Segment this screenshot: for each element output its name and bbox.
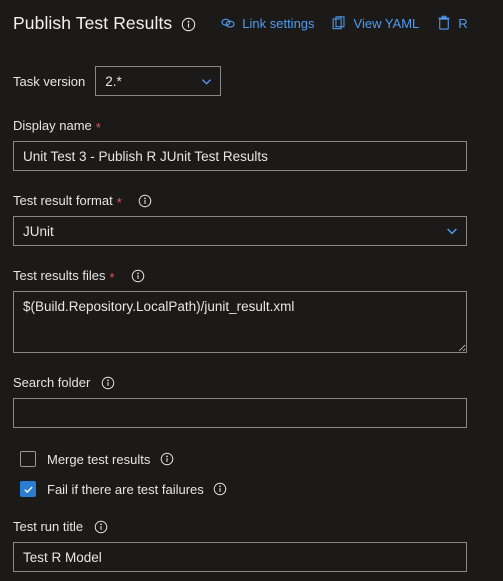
- test-run-title-group: Test run title: [13, 519, 490, 572]
- link-settings-button[interactable]: Link settings: [220, 14, 315, 33]
- test-run-title-label: Test run title: [13, 519, 84, 534]
- info-circle-icon[interactable]: [100, 376, 115, 391]
- required-asterisk: *: [95, 119, 101, 135]
- test-results-files-label: Test results files: [13, 268, 106, 283]
- task-version-dropdown[interactable]: 2.*: [95, 66, 222, 96]
- trash-icon: [436, 15, 451, 31]
- task-form: Task version 2.* Display name * Test res…: [0, 66, 503, 572]
- page-title: Publish Test Results: [13, 12, 173, 33]
- test-results-files-label-row: Test results files *: [13, 268, 490, 284]
- required-asterisk: *: [109, 269, 115, 285]
- test-results-files-group: Test results files * $(Build.Repository.…: [13, 268, 490, 353]
- task-version-value: 2.*: [105, 73, 122, 89]
- view-yaml-label: View YAML: [353, 15, 420, 31]
- search-folder-label-row: Search folder: [13, 375, 490, 391]
- test-result-format-dropdown[interactable]: JUnit: [13, 216, 467, 246]
- panel-header: Publish Test Results Link settings View …: [0, 0, 503, 46]
- search-folder-label: Search folder: [13, 375, 91, 390]
- info-circle-icon[interactable]: [131, 269, 146, 284]
- merge-test-results-row: Merge test results: [13, 451, 490, 467]
- remove-label: R: [458, 15, 468, 31]
- info-circle-icon[interactable]: [93, 520, 108, 535]
- info-circle-icon[interactable]: [159, 452, 174, 467]
- link-chain-icon: [220, 16, 235, 31]
- fail-if-test-failures-checkbox[interactable]: [20, 481, 36, 497]
- clipboard-icon: [332, 16, 347, 31]
- test-result-format-value: JUnit: [23, 223, 54, 239]
- test-result-format-label-row: Test result format *: [13, 193, 490, 209]
- fail-if-test-failures-row: Fail if there are test failures: [13, 481, 490, 497]
- info-circle-icon[interactable]: [213, 482, 228, 497]
- display-name-label: Display name: [13, 118, 92, 133]
- view-yaml-button[interactable]: View YAML: [332, 14, 420, 33]
- info-circle-icon[interactable]: [181, 17, 196, 32]
- test-result-format-group: Test result format * JUnit: [13, 193, 490, 246]
- search-folder-input[interactable]: [13, 398, 467, 428]
- header-actions: Link settings View YAML R: [220, 14, 468, 33]
- chevron-down-icon: [192, 75, 220, 88]
- checkmark-icon: [23, 485, 33, 493]
- task-config-panel: Publish Test Results Link settings View …: [0, 0, 503, 581]
- chevron-down-icon: [438, 224, 466, 238]
- test-result-format-label: Test result format: [13, 193, 113, 208]
- fail-if-test-failures-label: Fail if there are test failures: [47, 481, 204, 497]
- link-settings-label: Link settings: [242, 15, 315, 31]
- task-version-label: Task version: [13, 73, 86, 89]
- display-name-label-row: Display name *: [13, 118, 490, 134]
- test-results-files-textarea[interactable]: $(Build.Repository.LocalPath)/junit_resu…: [13, 291, 467, 353]
- merge-test-results-label: Merge test results: [47, 451, 151, 467]
- info-circle-icon[interactable]: [138, 194, 153, 209]
- merge-test-results-checkbox[interactable]: [20, 451, 36, 467]
- test-run-title-label-row: Test run title: [13, 519, 490, 535]
- remove-button[interactable]: R: [436, 14, 468, 33]
- required-asterisk: *: [116, 194, 122, 210]
- task-version-row: Task version 2.*: [13, 66, 490, 96]
- search-folder-group: Search folder: [13, 375, 490, 428]
- test-run-title-input[interactable]: [13, 542, 467, 572]
- display-name-input[interactable]: [13, 141, 467, 171]
- display-name-group: Display name *: [13, 118, 490, 171]
